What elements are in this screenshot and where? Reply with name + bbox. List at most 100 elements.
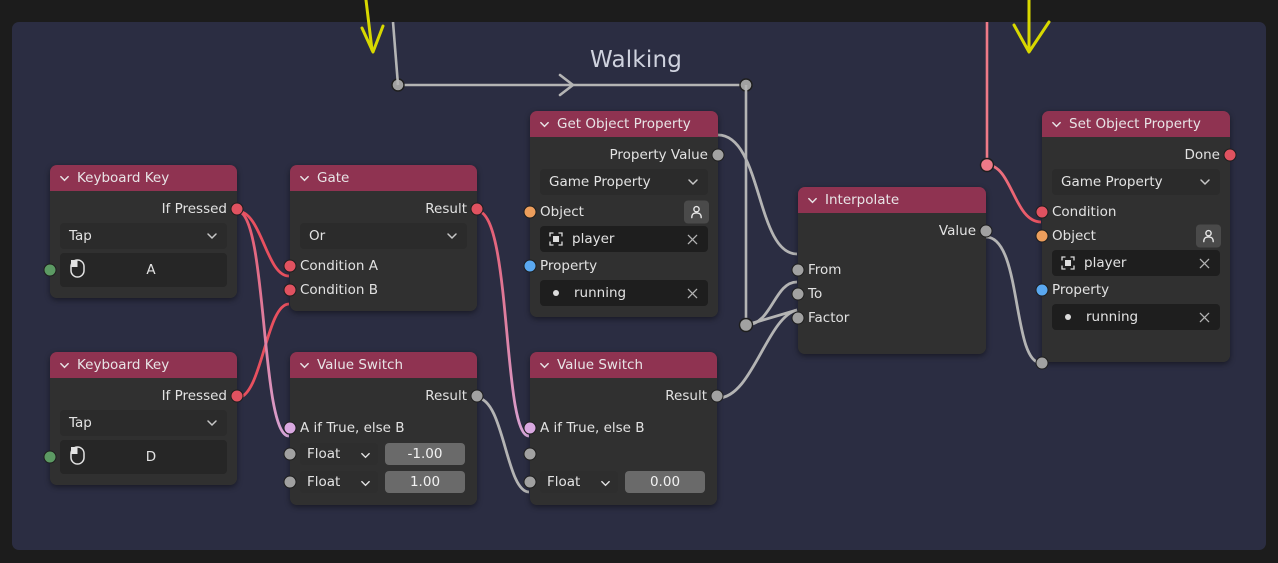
socket-set-object-value-input[interactable] xyxy=(1035,356,1049,370)
input-row-a xyxy=(523,440,717,468)
mode-dropdown[interactable]: Game Property xyxy=(540,169,708,195)
property-value: running xyxy=(574,285,627,301)
socket-to[interactable] xyxy=(791,287,805,301)
node-header[interactable]: Gate xyxy=(290,165,477,191)
chevron-down-icon[interactable] xyxy=(807,195,818,206)
socket-key-input[interactable] xyxy=(43,263,57,277)
node-header[interactable]: Keyboard Key xyxy=(50,165,237,191)
input-row-a: Float -1.00 xyxy=(283,440,477,468)
node-header[interactable]: Keyboard Key xyxy=(50,352,237,378)
a-value-field[interactable]: -1.00 xyxy=(385,443,465,465)
close-icon[interactable] xyxy=(686,233,699,246)
socket-b[interactable] xyxy=(523,475,537,489)
socket-condition-b[interactable] xyxy=(283,283,297,297)
socket-result[interactable] xyxy=(710,389,724,403)
close-icon[interactable] xyxy=(1198,257,1211,270)
socket-property-value[interactable] xyxy=(711,148,725,162)
chevron-down-icon[interactable] xyxy=(539,360,550,371)
socket-condition[interactable] xyxy=(283,421,297,435)
node-body: Value From To Factor xyxy=(791,213,993,354)
b-type-dropdown[interactable]: Float xyxy=(300,471,378,493)
socket-a[interactable] xyxy=(523,447,537,461)
node-header[interactable]: Value Switch xyxy=(530,352,717,378)
b-type-value: Float xyxy=(307,474,341,490)
socket-result[interactable] xyxy=(470,389,484,403)
chevron-down-icon[interactable] xyxy=(299,360,310,371)
input-row-object: Object xyxy=(523,200,718,224)
socket-if-pressed[interactable] xyxy=(230,389,244,403)
input-row-property: Property xyxy=(523,254,718,278)
reroute-node-flow[interactable] xyxy=(738,317,754,333)
mode-value: Tap xyxy=(69,415,92,431)
a-type-dropdown[interactable]: Float xyxy=(300,443,378,465)
chevron-down-icon[interactable] xyxy=(539,119,550,130)
socket-property[interactable] xyxy=(523,259,537,273)
mode-value: Game Property xyxy=(549,174,651,190)
b-value-field[interactable]: 1.00 xyxy=(385,471,465,493)
output-row-result: Result xyxy=(290,384,484,408)
property-field[interactable]: running xyxy=(540,280,708,306)
b-type-dropdown[interactable]: Float xyxy=(540,471,618,493)
socket-result[interactable] xyxy=(470,202,484,216)
socket-condition[interactable] xyxy=(523,421,537,435)
socket-key-input[interactable] xyxy=(43,450,57,464)
b-value-field[interactable]: 0.00 xyxy=(625,471,705,493)
object-picker-icon[interactable] xyxy=(1196,224,1221,248)
object-field[interactable]: player xyxy=(1052,250,1220,276)
socket-factor[interactable] xyxy=(791,311,805,325)
node-gate[interactable]: Gate Result Or Condition A Condition B xyxy=(283,165,484,311)
input-row-condition-b: Condition B xyxy=(283,278,477,302)
object-field-wrap: player xyxy=(1042,248,1230,278)
node-value-switch-2[interactable]: Value Switch Result A if True, else B Fl… xyxy=(523,352,724,505)
chevron-down-icon[interactable] xyxy=(1051,119,1062,130)
b-type-value: Float xyxy=(547,474,581,490)
socket-object[interactable] xyxy=(1035,229,1049,243)
mode-dropdown[interactable]: Tap xyxy=(60,223,227,249)
operation-dropdown[interactable]: Or xyxy=(300,223,467,249)
socket-b[interactable] xyxy=(283,475,297,489)
mode-dropdown[interactable]: Game Property xyxy=(1052,169,1220,195)
reroute-node-condition[interactable] xyxy=(979,157,995,173)
object-picker-icon[interactable] xyxy=(684,200,709,224)
chevron-down-icon[interactable] xyxy=(59,360,70,371)
link-keyA-valueswitch1-condition xyxy=(236,209,290,438)
socket-if-pressed[interactable] xyxy=(230,202,244,216)
node-keyboard-key-a[interactable]: Keyboard Key If Pressed Tap A xyxy=(43,165,244,298)
node-header[interactable]: Value Switch xyxy=(290,352,477,378)
socket-object[interactable] xyxy=(523,205,537,219)
key-field[interactable]: D xyxy=(60,440,227,474)
mode-dropdown[interactable]: Tap xyxy=(60,410,227,436)
input-row-b: Float 1.00 xyxy=(283,468,477,496)
node-get-object-property[interactable]: Get Object Property Property Value Game … xyxy=(523,111,725,317)
link-propertyvalue-interpolate-from xyxy=(717,133,798,256)
socket-done[interactable] xyxy=(1223,148,1237,162)
chevron-down-icon[interactable] xyxy=(59,173,70,184)
chevron-down-icon[interactable] xyxy=(299,173,310,184)
link-gate-valueswitch2-condition xyxy=(476,209,530,438)
node-set-object-property[interactable]: Set Object Property Done Game Property C… xyxy=(1035,111,1237,362)
close-icon[interactable] xyxy=(686,287,699,300)
node-keyboard-key-d[interactable]: Keyboard Key If Pressed Tap D xyxy=(43,352,244,485)
socket-condition-a[interactable] xyxy=(283,259,297,273)
object-field-wrap: player xyxy=(530,224,718,254)
socket-from[interactable] xyxy=(791,263,805,277)
socket-property[interactable] xyxy=(1035,283,1049,297)
socket-value[interactable] xyxy=(979,224,993,238)
mode-dropdown-wrap: Tap xyxy=(50,408,237,438)
socket-a[interactable] xyxy=(283,447,297,461)
close-icon[interactable] xyxy=(1198,311,1211,324)
node-title: Set Object Property xyxy=(1069,116,1201,132)
node-value-switch-1[interactable]: Value Switch Result A if True, else B Fl… xyxy=(283,352,484,505)
node-header[interactable]: Set Object Property xyxy=(1042,111,1230,137)
property-field[interactable]: running xyxy=(1052,304,1220,330)
mode-dropdown-wrap: Game Property xyxy=(530,167,718,197)
input-label: Object xyxy=(540,204,584,220)
output-label: Result xyxy=(425,201,467,217)
object-field[interactable]: player xyxy=(540,226,708,252)
key-field[interactable]: A xyxy=(60,253,227,287)
node-header[interactable]: Get Object Property xyxy=(530,111,718,137)
socket-condition[interactable] xyxy=(1035,205,1049,219)
node-editor-canvas[interactable]: Walking Keyboard Key If Pressed Tap A Ke… xyxy=(12,22,1266,550)
node-interpolate[interactable]: Interpolate Value From To Factor xyxy=(791,187,993,354)
node-header[interactable]: Interpolate xyxy=(798,187,986,213)
